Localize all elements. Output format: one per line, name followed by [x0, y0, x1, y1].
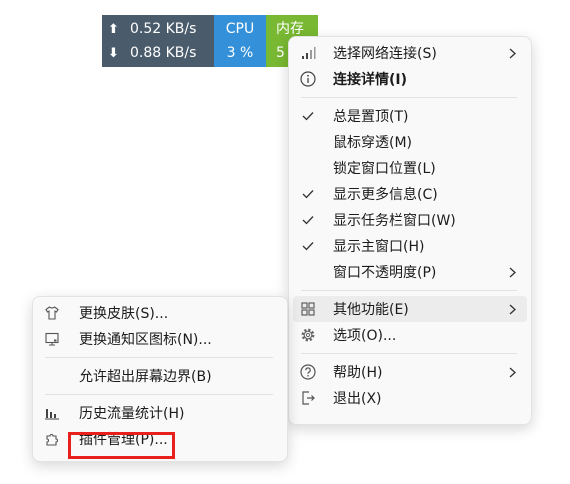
menu-item-label: 插件管理(P)...	[79, 432, 168, 448]
download-arrow-icon: ⬇	[108, 45, 119, 61]
signal-bars-icon	[299, 44, 317, 62]
cpu-value: 3 %	[226, 45, 254, 61]
menu-item-options[interactable]: 选项(O)...	[293, 322, 527, 348]
shirt-icon	[43, 304, 61, 322]
chevron-right-icon	[507, 303, 517, 315]
monitor-icon	[43, 330, 61, 348]
checkmark-icon	[299, 107, 317, 125]
cpu-label: CPU	[225, 21, 255, 37]
main-context-menu: 选择网络连接(S) 连接详情(I) 总是置顶(T) 鼠标穿透(M) 锁定窗口位置…	[288, 36, 532, 425]
menu-item-show-more-info[interactable]: 显示更多信息(C)	[293, 181, 527, 207]
menu-separator	[301, 97, 517, 98]
menu-item-label: 显示主窗口(H)	[333, 239, 425, 255]
menu-item-label: 允许超出屏幕边界(B)	[79, 369, 212, 385]
bar-chart-icon	[43, 404, 61, 422]
menu-separator	[301, 290, 517, 291]
menu-item-mouse-passthrough[interactable]: 鼠标穿透(M)	[293, 129, 527, 155]
submenu-item-traffic-history[interactable]: 历史流量统计(H)	[37, 400, 283, 426]
menu-item-label: 总是置顶(T)	[333, 109, 409, 125]
menu-item-label: 更换通知区图标(N)...	[79, 332, 212, 348]
info-icon	[299, 70, 317, 88]
menu-item-connection-details[interactable]: 连接详情(I)	[293, 66, 527, 92]
cpu-panel: CPU 3 %	[214, 15, 266, 67]
menu-item-label: 帮助(H)	[333, 365, 383, 381]
help-icon	[299, 363, 317, 381]
menu-item-label: 更换皮肤(S)...	[79, 306, 169, 322]
upload-row: ⬆ 0.52 KB/s	[102, 17, 214, 41]
menu-item-label: 显示任务栏窗口(W)	[333, 213, 456, 229]
menu-item-label: 历史流量统计(H)	[79, 406, 185, 422]
upload-arrow-icon: ⬆	[108, 21, 119, 37]
grid-icon	[299, 300, 317, 318]
chevron-right-icon	[507, 366, 517, 378]
menu-item-label: 显示更多信息(C)	[333, 187, 438, 203]
chevron-right-icon	[507, 266, 517, 278]
menu-item-label: 选择网络连接(S)	[333, 46, 437, 62]
chevron-right-icon	[507, 47, 517, 59]
memory-value: 5	[276, 45, 285, 61]
download-row: ⬇ 0.88 KB/s	[102, 41, 214, 65]
menu-item-label: 其他功能(E)	[333, 302, 409, 318]
other-functions-submenu: 更换皮肤(S)... 更换通知区图标(N)... 允许超出屏幕边界(B) 历史流…	[32, 296, 288, 462]
menu-separator	[45, 357, 273, 358]
checkmark-icon	[299, 211, 317, 229]
puzzle-icon	[43, 430, 61, 448]
menu-item-show-taskbar-window[interactable]: 显示任务栏窗口(W)	[293, 207, 527, 233]
menu-item-other-functions[interactable]: 其他功能(E)	[293, 296, 527, 322]
checkmark-icon	[299, 237, 317, 255]
menu-item-label: 鼠标穿透(M)	[333, 135, 413, 151]
submenu-item-change-skin[interactable]: 更换皮肤(S)...	[37, 300, 283, 326]
checkmark-icon	[299, 185, 317, 203]
upload-speed: 0.52 KB/s	[130, 21, 197, 37]
exit-icon	[299, 389, 317, 407]
network-speed-panel: ⬆ 0.52 KB/s ⬇ 0.88 KB/s	[102, 15, 214, 67]
menu-item-label: 窗口不透明度(P)	[333, 265, 437, 281]
menu-item-lock-window-position[interactable]: 锁定窗口位置(L)	[293, 155, 527, 181]
menu-separator	[45, 394, 273, 395]
submenu-item-allow-beyond-screen[interactable]: 允许超出屏幕边界(B)	[37, 363, 283, 389]
download-speed: 0.88 KB/s	[130, 45, 197, 61]
menu-item-label: 连接详情(I)	[333, 72, 408, 88]
gear-icon	[299, 326, 317, 344]
menu-item-window-opacity[interactable]: 窗口不透明度(P)	[293, 259, 527, 285]
menu-item-select-network[interactable]: 选择网络连接(S)	[293, 40, 527, 66]
menu-item-label: 锁定窗口位置(L)	[333, 161, 436, 177]
menu-item-show-main-window[interactable]: 显示主窗口(H)	[293, 233, 527, 259]
menu-separator	[301, 353, 517, 354]
menu-item-always-on-top[interactable]: 总是置顶(T)	[293, 103, 527, 129]
menu-item-help[interactable]: 帮助(H)	[293, 359, 527, 385]
submenu-item-plugin-management[interactable]: 插件管理(P)...	[37, 426, 283, 452]
traffic-monitor-widget[interactable]: ⬆ 0.52 KB/s ⬇ 0.88 KB/s CPU 3 % 内存 5	[102, 15, 318, 67]
menu-item-exit[interactable]: 退出(X)	[293, 385, 527, 411]
menu-item-label: 退出(X)	[333, 391, 382, 407]
submenu-item-change-tray-icon[interactable]: 更换通知区图标(N)...	[37, 326, 283, 352]
menu-item-label: 选项(O)...	[333, 328, 397, 344]
